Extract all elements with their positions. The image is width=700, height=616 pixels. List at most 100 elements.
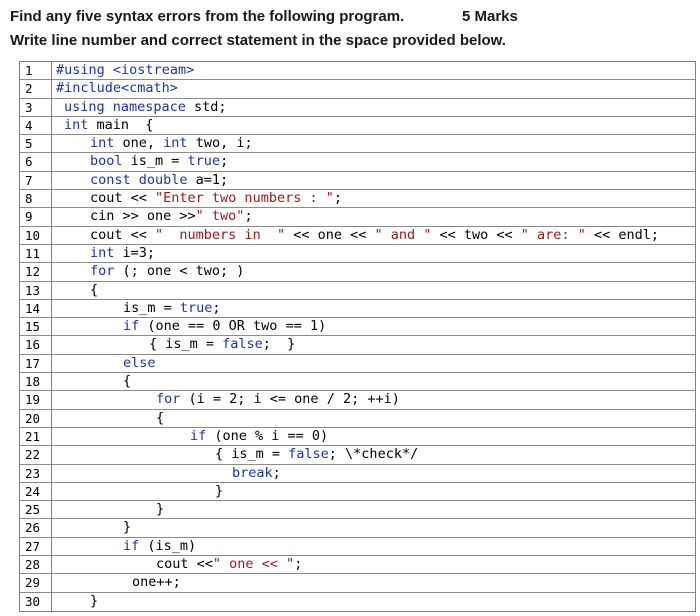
code-token: ; — [244, 208, 253, 225]
question-subinstruction: Write line number and correct statement … — [10, 32, 506, 49]
line-number: 16 — [20, 336, 52, 354]
code-keyword: #include<cmath> — [56, 80, 178, 97]
code-string: " one << " — [212, 556, 295, 573]
code-text: one++; — [52, 574, 695, 591]
line-number: 11 — [20, 244, 52, 263]
code-text: break; — [52, 465, 695, 482]
code-token: << two << — [431, 226, 521, 243]
line-number: 12 — [20, 263, 52, 281]
code-token: ; — [272, 464, 281, 481]
code-line: 12 for (; one < two; ) — [20, 263, 695, 282]
code-text: int main { — [52, 117, 695, 134]
line-number: 4 — [20, 116, 52, 135]
code-token: } — [156, 501, 165, 518]
code-keyword: using namespace — [64, 98, 186, 115]
line-number: 21 — [20, 427, 52, 446]
code-token: (i = 2; i <= one / 2; ++i) — [180, 391, 400, 408]
line-number: 30 — [20, 592, 52, 611]
code-token: { is_m = — [215, 446, 289, 463]
code-keyword: else — [123, 354, 156, 371]
code-line: 20 { — [20, 409, 695, 428]
code-token: ; — [294, 556, 303, 573]
code-keyword: break — [232, 464, 273, 481]
code-text: { is_m = false; \*check*/ — [52, 446, 695, 463]
code-token: } — [215, 482, 224, 499]
code-text: cout << " numbers in " << one << " and "… — [52, 227, 695, 244]
code-text: #include<cmath> — [52, 80, 695, 97]
code-token: is_m = — [123, 299, 180, 316]
code-text: } — [52, 593, 695, 611]
line-number: 25 — [20, 501, 52, 519]
code-text: { — [52, 373, 695, 390]
code-text: } — [52, 483, 695, 500]
code-token: (; one < two; ) — [114, 263, 245, 280]
code-token: } — [90, 592, 99, 609]
code-keyword: if — [190, 427, 207, 444]
code-token: i=3; — [114, 244, 156, 261]
code-token: main { — [88, 116, 154, 133]
code-text: using namespace std; — [52, 99, 695, 116]
line-number: 7 — [20, 171, 52, 190]
code-line: 3 using namespace std; — [20, 98, 695, 117]
code-string: "Enter two numbers : " — [155, 190, 334, 207]
line-number: 23 — [20, 464, 52, 482]
code-line: 22{ is_m = false; \*check*/ — [20, 446, 695, 465]
line-number: 3 — [20, 98, 52, 116]
code-keyword: if — [123, 318, 140, 335]
line-number: 2 — [20, 80, 52, 98]
code-keyword: int — [163, 135, 188, 152]
code-string: " are: " — [520, 226, 586, 243]
code-line: 14 is_m = true; — [20, 299, 695, 319]
code-token: } — [123, 519, 132, 536]
code-line: 2 #include<cmath> — [20, 80, 695, 99]
line-number: 9 — [20, 208, 52, 226]
line-number: 1 — [20, 62, 52, 80]
code-line: 6 bool is_m = true; — [20, 153, 695, 172]
code-token: is_m = — [122, 153, 188, 170]
code-keyword: for — [156, 391, 181, 408]
code-token: { — [156, 409, 165, 426]
code-line: 25} — [20, 501, 695, 520]
code-token: (one == 0 OR two == 1) — [139, 318, 327, 335]
code-keyword: false — [222, 336, 263, 353]
line-number: 6 — [20, 153, 52, 171]
line-number: 13 — [20, 281, 52, 299]
code-text: { is_m = false; } — [52, 336, 695, 353]
line-number: 19 — [20, 391, 52, 409]
code-token: cout << — [90, 190, 156, 207]
code-text: #using <iostream> — [52, 62, 695, 79]
code-string: " and " — [374, 226, 432, 243]
code-token: cin >> one >> — [90, 208, 196, 225]
code-token: cout << — [156, 556, 213, 573]
code-line: 28 cout <<" one << "; — [20, 556, 695, 575]
code-line: 10 cout << " numbers in " << one << " and… — [20, 226, 695, 245]
code-keyword: <iostream> — [112, 62, 195, 78]
code-keyword: for — [90, 263, 115, 280]
code-token: cout << — [90, 226, 156, 243]
code-line: 30} — [20, 592, 695, 611]
code-text: } — [52, 501, 695, 518]
line-number: 28 — [20, 556, 52, 574]
code-token: two, i; — [187, 135, 253, 152]
code-line: 4 int main { — [20, 116, 695, 136]
code-text: } — [52, 519, 695, 536]
question-instruction: Find any five syntax errors from the fol… — [10, 8, 405, 25]
line-number: 8 — [20, 190, 52, 208]
code-token: ; — [333, 190, 342, 207]
code-text: cout << "Enter two numbers : "; — [52, 190, 695, 207]
code-line: 19 for (i = 2; i <= one / 2; ++i) — [20, 391, 695, 410]
code-keyword: #using — [56, 62, 105, 78]
code-line: 8 cout << "Enter two numbers : "; — [20, 190, 695, 209]
line-number: 14 — [20, 299, 52, 318]
code-line: 17 else — [20, 354, 695, 374]
code-keyword: const double — [90, 171, 188, 188]
code-text: else — [52, 355, 695, 372]
code-listing-table: 1 #using <iostream> 2 #include<cmath> 3 using… — [19, 61, 696, 612]
code-text: if (is_m) — [52, 538, 695, 555]
code-token: { is_m = — [149, 336, 223, 353]
code-text: const double a=1; — [52, 172, 695, 189]
code-keyword: int — [90, 135, 115, 152]
code-token: one, — [114, 135, 164, 152]
line-number: 20 — [20, 409, 52, 427]
